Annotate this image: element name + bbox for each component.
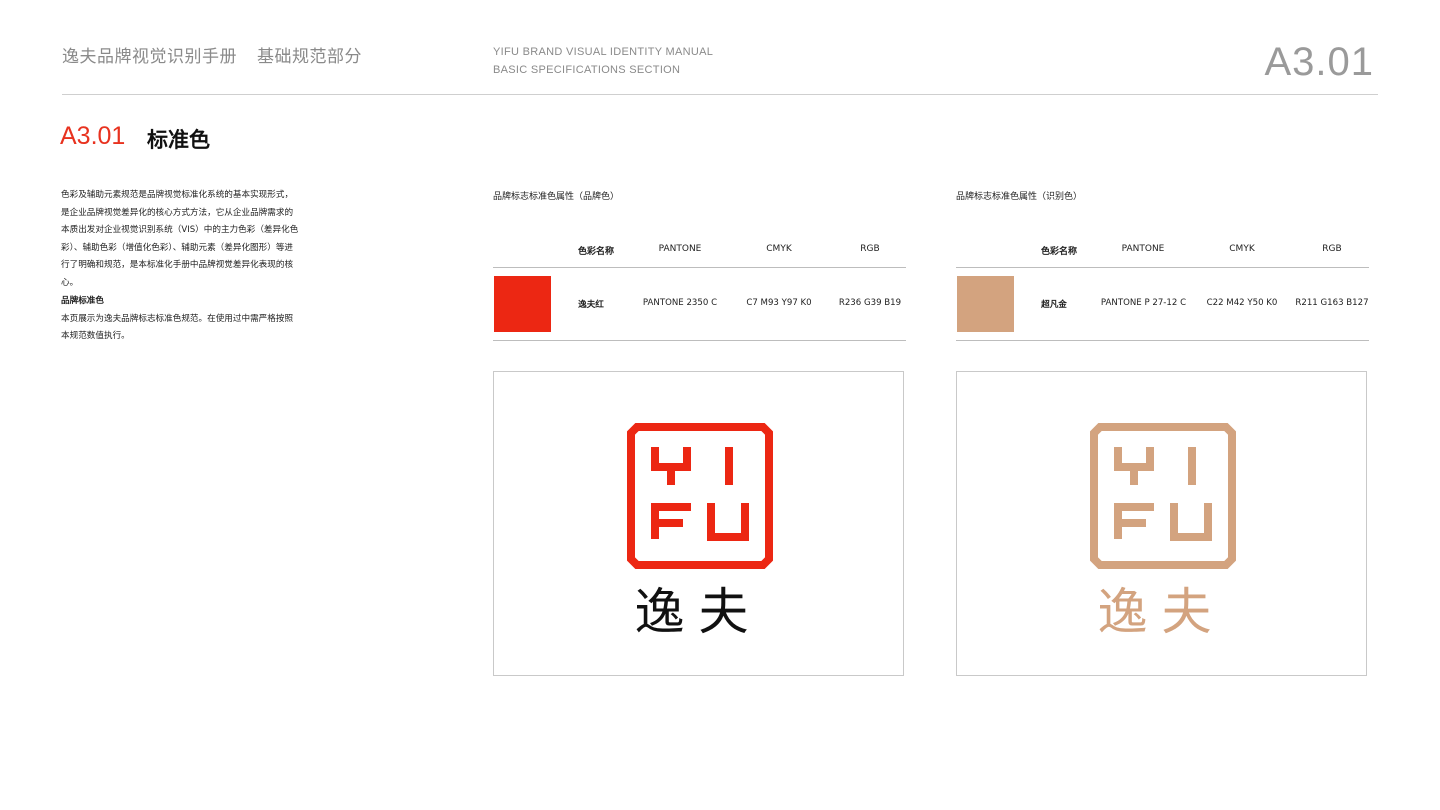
logo-chinese-name: 逸夫 — [634, 583, 763, 641]
color-name: 超凡金 — [1041, 300, 1067, 310]
description-note: 本页展示为逸夫品牌标志标准色规范。在使用过中需严格按照本规范数值执行。 — [61, 313, 294, 342]
table-header-rule — [956, 267, 1369, 268]
rgb-value: R236 G39 B19 — [838, 298, 902, 308]
header-pantone: PANTONE — [1121, 244, 1165, 254]
table-header-rule — [493, 267, 906, 268]
description-block: 色彩及辅助元素规范是品牌视觉标准化系统的基本实现形式，是企业品牌视觉差异化的核心… — [61, 187, 301, 346]
manual-title-en: YIFU BRAND VISUAL IDENTITY MANUAL BASIC … — [493, 43, 713, 79]
header-rgb: RGB — [860, 244, 880, 254]
header-cmyk: CMYK — [1229, 244, 1255, 254]
header-color-name: 色彩名称 — [577, 247, 614, 257]
yifu-logo-mark — [1090, 423, 1236, 569]
logo-letterforms — [651, 447, 749, 541]
color-name: 逸夫红 — [578, 300, 604, 310]
panel-title: 品牌标志标准色属性（识别色） — [956, 192, 1083, 202]
manual-title-en-line2: BASIC SPECIFICATIONS SECTION — [493, 64, 681, 76]
pantone-value: PANTONE 2350 C — [642, 298, 718, 308]
table-bottom-rule — [956, 340, 1369, 341]
section-title: 标准色 — [147, 128, 210, 152]
cmyk-value: C22 M42 Y50 K0 — [1206, 298, 1278, 308]
pantone-value: PANTONE P 27-12 C — [1100, 298, 1187, 308]
cmyk-value: C7 M93 Y97 K0 — [746, 298, 812, 308]
header-rgb: RGB — [1322, 244, 1342, 254]
section-code: A3.01 — [60, 122, 126, 150]
manual-title-en-line1: YIFU BRAND VISUAL IDENTITY MANUAL — [493, 46, 714, 58]
panel-title: 品牌标志标准色属性（品牌色） — [493, 192, 620, 202]
manual-title-cn: 逸夫品牌视觉识别手册 — [62, 47, 237, 67]
color-swatch — [494, 276, 551, 332]
description-paragraph: 色彩及辅助元素规范是品牌视觉标准化系统的基本实现形式，是企业品牌视觉差异化的核心… — [61, 190, 299, 288]
table-bottom-rule — [493, 340, 906, 341]
yifu-logo-mark — [627, 423, 773, 569]
manual-title: 逸夫品牌视觉识别手册 基础规范部分 — [62, 42, 362, 67]
header-pantone: PANTONE — [658, 244, 702, 254]
rgb-value: R211 G163 B127 — [1295, 298, 1369, 308]
header-divider — [62, 94, 1378, 95]
logo-chinese-name: 逸夫 — [1097, 583, 1226, 641]
page-code: A3.01 — [1264, 40, 1374, 84]
header-cmyk: CMYK — [766, 244, 792, 254]
manual-section-cn: 基础规范部分 — [257, 47, 362, 67]
header-color-name: 色彩名称 — [1040, 247, 1077, 257]
logo-letterforms — [1114, 447, 1212, 541]
color-swatch — [957, 276, 1014, 332]
description-subheading: 品牌标准色 — [61, 296, 104, 306]
